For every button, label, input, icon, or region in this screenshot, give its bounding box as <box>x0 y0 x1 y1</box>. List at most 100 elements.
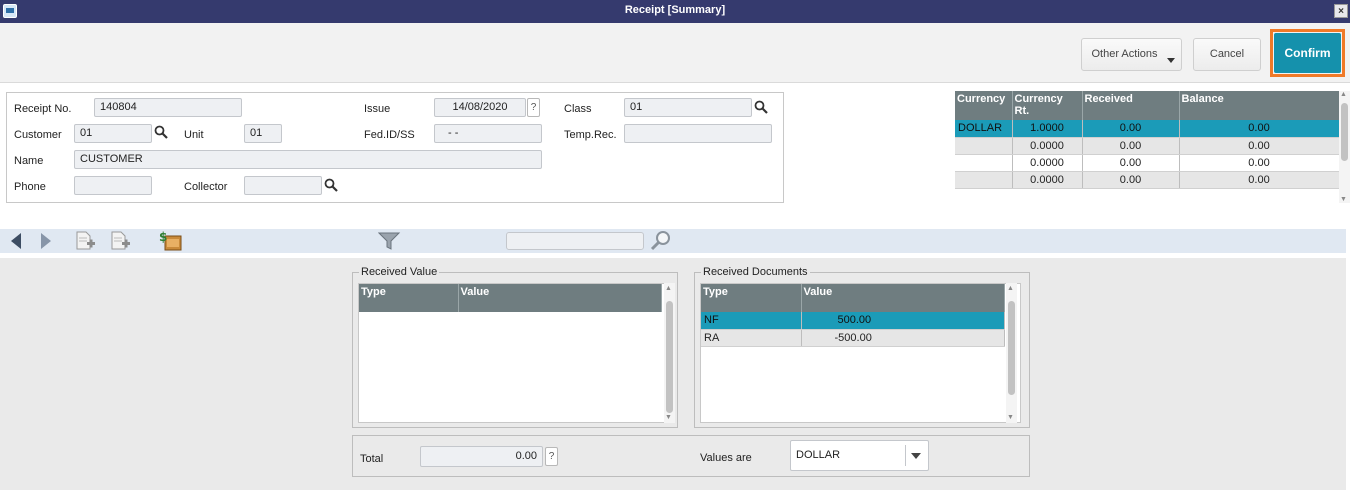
total-field[interactable]: 0.00 <box>420 446 543 467</box>
new-document-icon[interactable] <box>75 231 97 251</box>
cell-currency-rate: 0.0000 <box>1012 154 1083 172</box>
totals-group: Total 0.00 ? Values are DOLLAR <box>352 435 1030 477</box>
scroll-thumb[interactable] <box>666 301 673 413</box>
phone-label: Phone <box>14 181 46 193</box>
other-actions-button[interactable]: Other Actions <box>1081 38 1182 71</box>
received-value-title: Received Value <box>359 266 440 278</box>
table-row[interactable]: NF 500.00 <box>701 312 1005 330</box>
received-documents-group: Received Documents Type Value NF 500.00 … <box>694 266 1030 428</box>
scroll-up-icon[interactable]: ▲ <box>665 285 672 292</box>
column-header-currency[interactable]: Currency <box>955 91 1013 120</box>
name-label: Name <box>14 155 44 167</box>
scroll-down-icon[interactable]: ▼ <box>1007 414 1014 421</box>
customer-label: Customer <box>14 129 62 141</box>
scroll-thumb[interactable] <box>1341 103 1348 161</box>
column-header-value[interactable]: Value <box>458 284 662 312</box>
phone-field[interactable] <box>74 176 152 195</box>
chevron-down-icon <box>911 453 921 459</box>
select-divider <box>905 445 906 466</box>
cell-currency <box>955 171 1013 189</box>
cell-currency-rate: 0.0000 <box>1012 137 1083 155</box>
cell-currency-rate: 1.0000 <box>1012 120 1083 138</box>
scroll-down-icon[interactable]: ▼ <box>665 414 672 421</box>
values-are-select[interactable]: DOLLAR <box>790 440 929 471</box>
table-row[interactable]: DOLLAR 1.0000 0.00 0.00 <box>955 120 1340 138</box>
money-receipt-icon[interactable]: $ <box>158 230 184 252</box>
table-row[interactable]: 0.0000 0.00 0.00 <box>955 137 1340 155</box>
temp-rec-label: Temp.Rec. <box>564 129 617 141</box>
received-value-table-box: Type Value <box>358 283 669 423</box>
cell-balance: 0.00 <box>1179 120 1340 138</box>
received-documents-title: Received Documents <box>701 266 810 278</box>
column-header-currency-rate[interactable]: Currency Rt. <box>1012 91 1083 120</box>
collector-field[interactable] <box>244 176 322 195</box>
total-label: Total <box>360 453 384 465</box>
cell-value: 500.00 <box>801 312 1005 330</box>
cell-currency-rate: 0.0000 <box>1012 171 1083 189</box>
unit-label: Unit <box>184 129 204 141</box>
cell-currency: DOLLAR <box>955 120 1013 138</box>
values-are-label: Values are <box>700 452 752 464</box>
received-documents-scrollbar[interactable]: ▲ ▼ <box>1006 283 1017 423</box>
received-value-scrollbar[interactable]: ▲ ▼ <box>664 283 675 423</box>
cell-type: NF <box>701 312 802 330</box>
cell-currency <box>955 154 1013 172</box>
cell-received: 0.00 <box>1082 137 1180 155</box>
unit-field[interactable]: 01 <box>244 124 282 143</box>
cell-balance: 0.00 <box>1179 171 1340 189</box>
class-field[interactable]: 01 <box>624 98 752 117</box>
window-title: Receipt [Summary] <box>624 4 726 16</box>
currency-grid: Currency Currency Rt. Received Balance D… <box>955 91 1340 201</box>
collector-search-icon[interactable] <box>324 178 338 192</box>
scroll-down-icon[interactable]: ▼ <box>1340 196 1347 203</box>
column-header-type[interactable]: Type <box>359 284 459 312</box>
previous-record-icon[interactable] <box>8 231 24 251</box>
currency-grid-scrollbar[interactable]: ▲ ▼ <box>1339 91 1350 203</box>
receipt-no-label: Receipt No. <box>14 103 72 115</box>
toolbar-search-input[interactable] <box>506 232 644 250</box>
next-record-icon[interactable] <box>38 231 54 251</box>
customer-search-icon[interactable] <box>154 125 168 139</box>
customer-field[interactable]: 01 <box>74 124 152 143</box>
values-are-value: DOLLAR <box>796 449 841 461</box>
confirm-button[interactable]: Confirm <box>1274 33 1341 73</box>
filter-icon[interactable] <box>378 231 402 251</box>
name-field[interactable]: CUSTOMER <box>74 150 542 169</box>
column-header-value[interactable]: Value <box>801 284 1005 312</box>
scroll-up-icon[interactable]: ▲ <box>1007 285 1014 292</box>
record-toolbar: $ <box>0 229 1346 253</box>
action-bar: Other Actions Cancel <box>0 23 1350 83</box>
cell-balance: 0.00 <box>1179 137 1340 155</box>
scroll-up-icon[interactable]: ▲ <box>1340 91 1347 98</box>
issue-label: Issue <box>364 103 391 115</box>
copy-document-icon[interactable] <box>110 231 132 251</box>
issue-date-field[interactable]: 14/08/2020 <box>434 98 526 117</box>
cell-received: 0.00 <box>1082 154 1180 172</box>
cell-currency <box>955 137 1013 155</box>
temp-rec-field[interactable] <box>624 124 772 143</box>
search-icon[interactable] <box>649 230 673 252</box>
scroll-thumb[interactable] <box>1008 301 1015 395</box>
collector-label: Collector <box>184 181 228 193</box>
cell-balance: 0.00 <box>1179 154 1340 172</box>
total-help-button[interactable]: ? <box>545 447 558 466</box>
received-documents-table-box: Type Value NF 500.00 RA -500.00 <box>700 283 1021 423</box>
chevron-down-icon <box>1167 58 1175 63</box>
class-label: Class <box>564 103 592 115</box>
column-header-balance[interactable]: Balance <box>1179 91 1340 120</box>
column-header-type[interactable]: Type <box>701 284 802 312</box>
table-row[interactable]: 0.0000 0.00 0.00 <box>955 154 1340 172</box>
class-search-icon[interactable] <box>754 100 768 114</box>
receipt-no-field[interactable]: 140804 <box>94 98 242 117</box>
issue-help-button[interactable]: ? <box>527 98 540 117</box>
fed-id-field[interactable]: - - <box>434 124 542 143</box>
cancel-button[interactable]: Cancel <box>1193 38 1261 71</box>
title-bar: Receipt [Summary] × <box>0 0 1350 23</box>
fed-id-label: Fed.ID/SS <box>364 129 415 141</box>
table-row[interactable]: 0.0000 0.00 0.00 <box>955 171 1340 189</box>
close-button[interactable]: × <box>1334 4 1348 18</box>
column-header-received[interactable]: Received <box>1082 91 1180 120</box>
cell-received: 0.00 <box>1082 120 1180 138</box>
received-value-group: Received Value Type Value ▲ ▼ <box>352 266 678 428</box>
table-row[interactable]: RA -500.00 <box>701 329 1005 347</box>
